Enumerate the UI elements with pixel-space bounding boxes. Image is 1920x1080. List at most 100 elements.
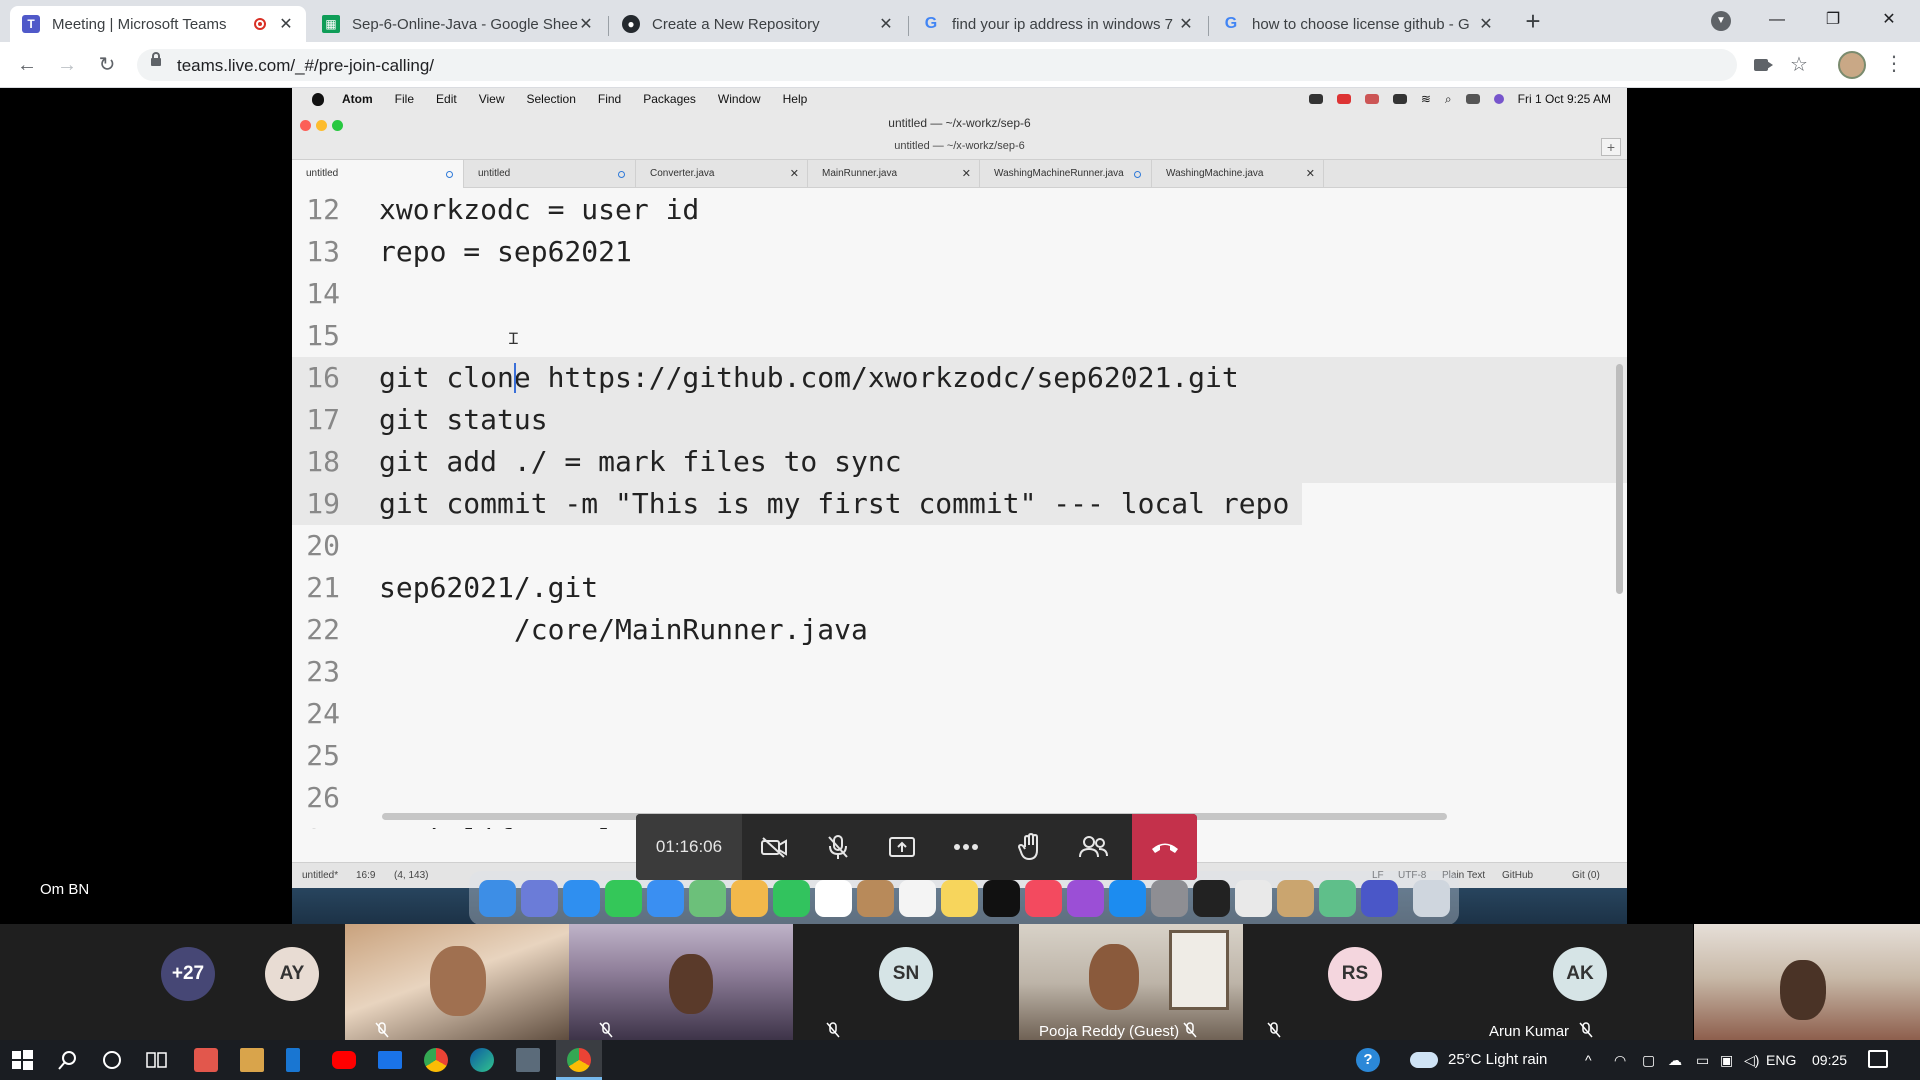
launchpad-icon[interactable]	[521, 879, 558, 917]
status-file[interactable]: untitled*	[302, 870, 338, 881]
new-tab-button[interactable]: +	[1518, 6, 1548, 36]
add-tab-icon[interactable]: +	[1601, 138, 1621, 156]
tab-search-icon[interactable]: ▼	[1711, 11, 1731, 31]
youtube-icon[interactable]	[332, 1051, 356, 1069]
mic-off-button[interactable]	[806, 814, 870, 880]
vertical-scrollbar[interactable]	[1616, 364, 1623, 594]
close-tab-icon[interactable]: ✕	[1178, 14, 1194, 34]
menu-window[interactable]: Window	[718, 92, 761, 106]
editor-tab-converter[interactable]: Converter.java ✕	[636, 160, 808, 188]
more-participants-badge[interactable]: +27	[161, 947, 215, 1001]
preview-icon[interactable]	[1277, 879, 1314, 917]
menu-packages[interactable]: Packages	[643, 92, 696, 106]
participant-video-1[interactable]	[345, 924, 569, 1042]
participants-button[interactable]	[1062, 814, 1126, 880]
address-bar[interactable]: teams.live.com/_#/pre-join-calling/	[137, 49, 1737, 81]
editor-tab-mainrunner[interactable]: MainRunner.java ✕	[808, 160, 980, 188]
trash-icon[interactable]	[1413, 879, 1450, 917]
editor-tab-untitled-2[interactable]: untitled	[464, 160, 636, 188]
menu-view[interactable]: View	[479, 92, 505, 106]
code-editor[interactable]: 12 xworkzodc = user id 13 repo = sep62021 …	[292, 189, 1627, 829]
notes-icon[interactable]	[941, 879, 978, 917]
tab-google-search-license[interactable]: G how to choose license github - G ✕	[1210, 6, 1506, 42]
share-screen-button[interactable]	[870, 814, 934, 880]
hang-up-button[interactable]	[1132, 814, 1197, 880]
participant-video-2[interactable]	[569, 924, 793, 1042]
status-github[interactable]: GitHub	[1502, 870, 1533, 881]
finder-icon[interactable]	[479, 879, 516, 917]
taskbar-active-chrome[interactable]	[556, 1040, 602, 1080]
participant-video-self[interactable]	[1694, 924, 1920, 1042]
search-icon[interactable]	[56, 1048, 80, 1072]
close-tab-icon[interactable]: ✕	[578, 14, 594, 34]
mail-icon[interactable]	[647, 879, 684, 917]
document-icon[interactable]	[286, 1048, 300, 1072]
reminders-icon[interactable]	[899, 879, 936, 917]
menu-help[interactable]: Help	[783, 92, 808, 106]
restore-icon[interactable]: ❐	[1810, 0, 1856, 40]
mail-icon[interactable]	[378, 1051, 402, 1069]
notifications-icon[interactable]	[1868, 1050, 1888, 1068]
music-icon[interactable]	[1025, 879, 1062, 917]
more-actions-button[interactable]	[934, 814, 998, 880]
menu-edit[interactable]: Edit	[436, 92, 457, 106]
help-icon[interactable]: ?	[1356, 1048, 1380, 1072]
system-preferences-icon[interactable]	[1151, 879, 1188, 917]
app-store-icon[interactable]	[1109, 879, 1146, 917]
menu-atom[interactable]: Atom	[342, 92, 373, 106]
tab-google-sheets[interactable]: ▦ Sep-6-Online-Java - Google Shee ✕	[310, 6, 606, 42]
edge-icon[interactable]	[470, 1048, 494, 1072]
profile-avatar[interactable]	[1838, 51, 1866, 79]
forward-icon[interactable]: →	[52, 50, 82, 80]
tab-google-search-ip[interactable]: G find your ip address in windows 7 ✕	[910, 6, 1206, 42]
menu-find[interactable]: Find	[598, 92, 621, 106]
close-tab-icon[interactable]: ✕	[1478, 14, 1494, 34]
tab-github[interactable]: ● Create a New Repository ✕	[610, 6, 906, 42]
volume-icon[interactable]: ◁)	[1744, 1040, 1759, 1080]
teams-icon[interactable]	[1361, 879, 1398, 917]
maps-icon[interactable]	[689, 879, 726, 917]
photos-icon[interactable]	[731, 879, 768, 917]
taskbar-clock[interactable]: 09:25	[1812, 1040, 1847, 1080]
close-tab-icon[interactable]: ✕	[278, 14, 294, 34]
device-icon[interactable]: ▢	[1642, 1040, 1655, 1080]
battery-icon[interactable]: ▭	[1696, 1040, 1709, 1080]
menu-selection[interactable]: Selection	[527, 92, 576, 106]
weather-text[interactable]: 25°C Light rain	[1448, 1040, 1547, 1080]
podcasts-icon[interactable]	[1067, 879, 1104, 917]
menu-file[interactable]: File	[395, 92, 414, 106]
participant-tile-sn[interactable]: SN	[793, 924, 1019, 1042]
chrome-menu-icon[interactable]: ⋮	[1884, 51, 1904, 76]
participant-tile-rs[interactable]: RS	[1243, 924, 1467, 1042]
contacts-icon[interactable]	[857, 879, 894, 917]
editor-tab-untitled-1[interactable]: untitled	[292, 160, 464, 188]
reload-icon[interactable]: ↻	[92, 50, 122, 80]
back-icon[interactable]: ←	[12, 50, 42, 80]
network-icon[interactable]: ◠	[1614, 1040, 1626, 1080]
status-cursor-position[interactable]: 16:9	[356, 870, 375, 881]
close-tab-icon[interactable]: ✕	[1306, 160, 1315, 188]
office-icon[interactable]	[194, 1048, 218, 1072]
language-indicator[interactable]: ENG	[1766, 1040, 1796, 1080]
atom-icon[interactable]	[1319, 879, 1356, 917]
windows-start-icon[interactable]	[10, 1048, 34, 1072]
app-icon[interactable]	[516, 1048, 540, 1072]
tab-teams-meeting[interactable]: T Meeting | Microsoft Teams ✕	[10, 6, 306, 42]
participant-tile-ay[interactable]: AY	[248, 924, 346, 1042]
calendar-icon[interactable]	[815, 879, 852, 917]
store-icon[interactable]	[240, 1048, 264, 1072]
safari-icon[interactable]	[563, 879, 600, 917]
bookmark-star-icon[interactable]: ☆	[1790, 52, 1808, 77]
editor-tab-washingmachinerunner[interactable]: WashingMachineRunner.java	[980, 160, 1152, 188]
onedrive-icon[interactable]: ☁	[1668, 1040, 1682, 1080]
task-view-icon[interactable]	[144, 1048, 168, 1072]
show-hidden-icons[interactable]: ^	[1585, 1040, 1592, 1080]
participant-tile-ak[interactable]: AK Arun Kumar	[1467, 924, 1693, 1042]
camera-off-button[interactable]	[742, 814, 806, 880]
editor-tab-washingmachine[interactable]: WashingMachine.java ✕	[1152, 160, 1324, 188]
participant-video-pooja[interactable]: Pooja Reddy (Guest)	[1019, 924, 1243, 1042]
status-git[interactable]: Git (0)	[1572, 870, 1600, 881]
messages-icon[interactable]	[605, 879, 642, 917]
facetime-icon[interactable]	[773, 879, 810, 917]
chrome-icon[interactable]	[424, 1048, 448, 1072]
